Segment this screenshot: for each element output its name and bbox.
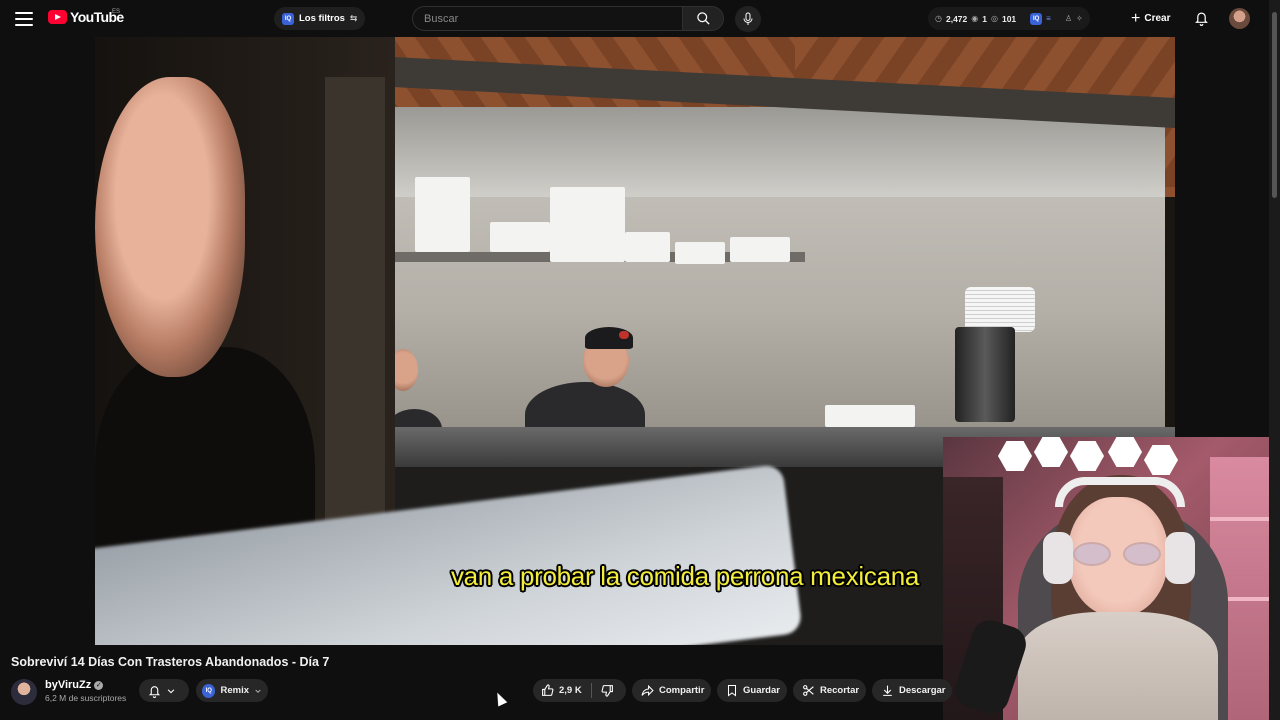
- iq-badge-icon: IQ: [282, 12, 294, 25]
- plus-icon: +: [1131, 9, 1141, 27]
- filters-label: Los filtros: [299, 13, 345, 24]
- channel-name-link[interactable]: byViruZz ✓: [45, 679, 104, 691]
- bell-icon: [1194, 12, 1208, 26]
- video-scene-box: [550, 187, 625, 262]
- download-button[interactable]: Descargar: [872, 679, 952, 702]
- thumbs-down-icon[interactable]: [601, 684, 614, 697]
- video-scene-foreground-face: [95, 77, 245, 377]
- verified-icon: ✓: [94, 680, 104, 690]
- bell-icon: [148, 685, 161, 698]
- clip-button[interactable]: Recortar: [793, 679, 866, 702]
- create-label: Crear: [1144, 13, 1171, 24]
- scrollbar-thumb[interactable]: [1272, 12, 1277, 198]
- masthead: YouTube ES IQ Los filtros ⇆ ◷ 2,472 ◉ 1 …: [0, 0, 1280, 37]
- page-scrollbar[interactable]: [1269, 0, 1280, 720]
- scissors-icon: [803, 685, 814, 696]
- stat-third: 101: [1001, 13, 1017, 24]
- filters-button[interactable]: IQ Los filtros ⇆: [274, 7, 366, 30]
- video-scene-coffee-maker: [955, 327, 1015, 422]
- video-scene-box: [825, 405, 915, 427]
- stat-second: 1: [982, 13, 987, 24]
- webcam-headphone-left: [1043, 532, 1073, 584]
- video-title: Sobreviví 14 Días Con Trasteros Abandona…: [11, 655, 330, 669]
- extension-stats[interactable]: ◷ 2,472 ◉ 1 ◎ 101 IQ ≡ ♙ ✧: [928, 7, 1090, 30]
- video-scene-box: [625, 232, 670, 262]
- subscription-bell-button[interactable]: [139, 679, 189, 702]
- account-avatar[interactable]: [1229, 8, 1250, 29]
- video-scene-box: [675, 242, 725, 264]
- chevron-down-icon: [167, 688, 175, 693]
- clip-label: Recortar: [820, 685, 860, 696]
- video-scene-plates: [965, 287, 1035, 332]
- save-button[interactable]: Guardar: [717, 679, 787, 702]
- webcam-headphones: [1055, 477, 1185, 507]
- list-icon: ≡: [1046, 14, 1051, 23]
- like-divider: [590, 683, 592, 698]
- thumbs-up-icon[interactable]: [541, 684, 554, 697]
- search-input[interactable]: [413, 7, 682, 30]
- play-logo-icon: [48, 10, 67, 24]
- video-scene-box: [730, 237, 790, 262]
- clock-icon: ◷: [935, 14, 942, 23]
- search-button[interactable]: [682, 6, 724, 31]
- logo-region: ES: [112, 9, 121, 15]
- search-icon: [696, 12, 710, 25]
- mic-icon: [743, 12, 753, 25]
- remix-label: Remix: [220, 685, 249, 696]
- like-count[interactable]: 2,9 K: [559, 685, 582, 696]
- menu-icon[interactable]: [14, 9, 34, 29]
- search-box: [412, 6, 682, 31]
- video-scene-box: [415, 177, 470, 252]
- video-scene-box: [490, 222, 550, 252]
- channel-avatar[interactable]: [11, 679, 37, 705]
- chevron-down-icon: [255, 689, 261, 693]
- share-icon: [641, 684, 654, 697]
- video-scene-cook-cap: [585, 327, 633, 349]
- subscriber-count: 6,2 M de suscriptores: [45, 693, 127, 703]
- sparkle-icon: ✧: [1076, 14, 1083, 23]
- create-button[interactable]: + Crear: [1122, 7, 1179, 30]
- webcam-headphone-right: [1165, 532, 1195, 584]
- webcam-overlay: [943, 437, 1280, 720]
- save-label: Guardar: [743, 685, 780, 696]
- iq-badge-icon: IQ: [202, 683, 216, 698]
- eye-icon: ◉: [971, 14, 979, 23]
- notifications-button[interactable]: [1191, 8, 1211, 28]
- download-label: Descargar: [899, 685, 946, 696]
- voice-search-button[interactable]: [735, 6, 761, 32]
- eye-outline-icon: ◎: [990, 14, 998, 23]
- channel-name: byViruZz: [45, 679, 92, 691]
- award-icon: ♙: [1064, 14, 1072, 23]
- download-icon: [883, 685, 892, 696]
- share-label: Compartir: [659, 685, 705, 696]
- share-button[interactable]: Compartir: [632, 679, 711, 702]
- stat-views: 2,472: [945, 13, 968, 24]
- iq-badge-icon: IQ: [1030, 12, 1043, 25]
- like-dislike-group: 2,9 K: [533, 679, 626, 702]
- tune-icon: ⇆: [349, 13, 358, 23]
- webcam-glasses: [1073, 542, 1165, 568]
- mouse-cursor: [492, 690, 508, 707]
- webcam-sweater: [1018, 612, 1218, 720]
- bookmark-icon: [728, 685, 736, 697]
- remix-button[interactable]: IQ Remix: [196, 679, 268, 702]
